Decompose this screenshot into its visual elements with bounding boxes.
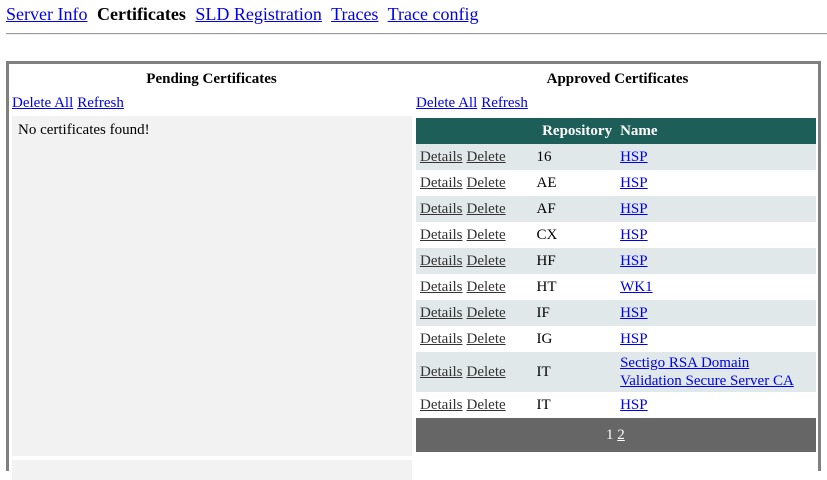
nav-sld-registration[interactable]: SLD Registration <box>195 4 322 24</box>
pager-links: 1 2 <box>420 427 812 444</box>
row-actions: Details Delete <box>416 248 533 274</box>
table-row: Details Delete IT HSP <box>416 392 816 418</box>
name-cell: HSP <box>616 392 816 418</box>
details-link[interactable]: Details <box>420 253 463 269</box>
pending-empty-message: No certificates found! <box>18 122 150 138</box>
certificate-name-link[interactable]: HSP <box>620 331 648 347</box>
pending-delete-all-link[interactable]: Delete All <box>12 95 73 111</box>
certificate-name-link[interactable]: HSP <box>620 175 648 191</box>
nav-certificates: Certificates <box>96 4 186 24</box>
repository-cell: CX <box>532 222 617 248</box>
table-row: Details Delete AF HSP <box>416 196 816 222</box>
row-actions: Details Delete <box>416 352 533 392</box>
pending-list: No certificates found! <box>12 116 412 456</box>
delete-link[interactable]: Delete <box>467 149 506 165</box>
details-link[interactable]: Details <box>420 279 463 295</box>
delete-link[interactable]: Delete <box>467 227 506 243</box>
repository-header: Repository <box>532 118 617 144</box>
top-nav: Server Info Certificates SLD Registratio… <box>6 4 483 26</box>
approved-refresh-link[interactable]: Refresh <box>481 95 528 111</box>
certificate-name-link[interactable]: HSP <box>620 149 648 165</box>
details-link[interactable]: Details <box>420 149 463 165</box>
approved-delete-all-link[interactable]: Delete All <box>416 95 477 111</box>
repository-cell: HF <box>532 248 617 274</box>
nav-traces[interactable]: Traces <box>331 4 378 24</box>
delete-link[interactable]: Delete <box>467 279 506 295</box>
pager: 1 2 <box>416 418 816 452</box>
pending-actions: Delete All Refresh <box>12 95 128 112</box>
pending-refresh-link[interactable]: Refresh <box>77 95 124 111</box>
delete-link[interactable]: Delete <box>467 397 506 413</box>
approved-table: Repository Name Details Delete 16 HSP Detail… <box>416 118 816 452</box>
delete-link[interactable]: Delete <box>467 253 506 269</box>
name-cell: HSP <box>616 300 816 326</box>
repository-cell: IF <box>532 300 617 326</box>
row-actions: Details Delete <box>416 170 533 196</box>
certificate-name-link[interactable]: HSP <box>620 305 648 321</box>
repository-cell: IT <box>532 352 617 392</box>
row-actions: Details Delete <box>416 144 533 170</box>
table-row: Details Delete HF HSP <box>416 248 816 274</box>
table-row: Details Delete HT WK1 <box>416 274 816 300</box>
repository-cell: 16 <box>532 144 617 170</box>
certificate-name-link[interactable]: Sectigo RSA Domain Validation Secure Ser… <box>620 355 794 389</box>
name-cell: HSP <box>616 326 816 352</box>
certificate-name-link[interactable]: WK1 <box>620 279 653 295</box>
table-row: Details Delete 16 HSP <box>416 144 816 170</box>
pager-row: 1 2 <box>416 418 816 452</box>
repository-cell: IG <box>532 326 617 352</box>
table-row: Details Delete AE HSP <box>416 170 816 196</box>
certificate-name-link[interactable]: HSP <box>620 227 648 243</box>
row-actions: Details Delete <box>416 274 533 300</box>
nav-trace-config[interactable]: Trace config <box>388 4 479 24</box>
name-cell: HSP <box>616 248 816 274</box>
details-link[interactable]: Details <box>420 227 463 243</box>
repository-cell: AF <box>532 196 617 222</box>
certificates-panel: Pending Certificates Approved Certificat… <box>6 61 821 480</box>
table-row: Details Delete IT Sectigo RSA Domain Valida… <box>416 352 816 392</box>
table-row: Details Delete CX HSP <box>416 222 816 248</box>
certificate-name-link[interactable]: HSP <box>620 201 648 217</box>
approved-actions: Delete All Refresh <box>416 95 532 112</box>
details-link[interactable]: Details <box>420 305 463 321</box>
nav-server-info[interactable]: Server Info <box>6 4 87 24</box>
delete-link[interactable]: Delete <box>467 175 506 191</box>
details-link[interactable]: Details <box>420 331 463 347</box>
name-cell: HSP <box>616 196 816 222</box>
repository-cell: AE <box>532 170 617 196</box>
certificate-name-link[interactable]: HSP <box>620 397 648 413</box>
row-actions: Details Delete <box>416 326 533 352</box>
row-actions: Details Delete <box>416 222 533 248</box>
delete-link[interactable]: Delete <box>467 331 506 347</box>
delete-link[interactable]: Delete <box>467 364 506 380</box>
name-cell: WK1 <box>616 274 816 300</box>
repository-cell: IT <box>532 392 617 418</box>
details-link[interactable]: Details <box>420 364 463 380</box>
certificate-name-link[interactable]: HSP <box>620 253 648 269</box>
row-actions: Details Delete <box>416 196 533 222</box>
details-link[interactable]: Details <box>420 201 463 217</box>
pending-footer <box>12 460 412 480</box>
approved-title: Approved Certificates <box>546 71 689 87</box>
details-link[interactable]: Details <box>420 175 463 191</box>
name-cell: HSP <box>616 170 816 196</box>
name-cell: HSP <box>616 222 816 248</box>
divider <box>6 33 827 35</box>
approved-header-row: Repository Name <box>416 118 816 144</box>
name-cell: HSP <box>616 144 816 170</box>
name-header: Name <box>616 118 816 144</box>
pager-page-link[interactable]: 2 <box>617 427 625 443</box>
actions-header <box>416 118 533 144</box>
row-actions: Details Delete <box>416 300 533 326</box>
pending-title: Pending Certificates <box>146 71 277 87</box>
repository-cell: HT <box>532 274 617 300</box>
name-cell: Sectigo RSA Domain Validation Secure Ser… <box>616 352 816 392</box>
details-link[interactable]: Details <box>420 397 463 413</box>
row-actions: Details Delete <box>416 392 533 418</box>
delete-link[interactable]: Delete <box>467 305 506 321</box>
delete-link[interactable]: Delete <box>467 201 506 217</box>
table-row: Details Delete IG HSP <box>416 326 816 352</box>
table-row: Details Delete IF HSP <box>416 300 816 326</box>
pager-current-page: 1 <box>606 426 614 443</box>
